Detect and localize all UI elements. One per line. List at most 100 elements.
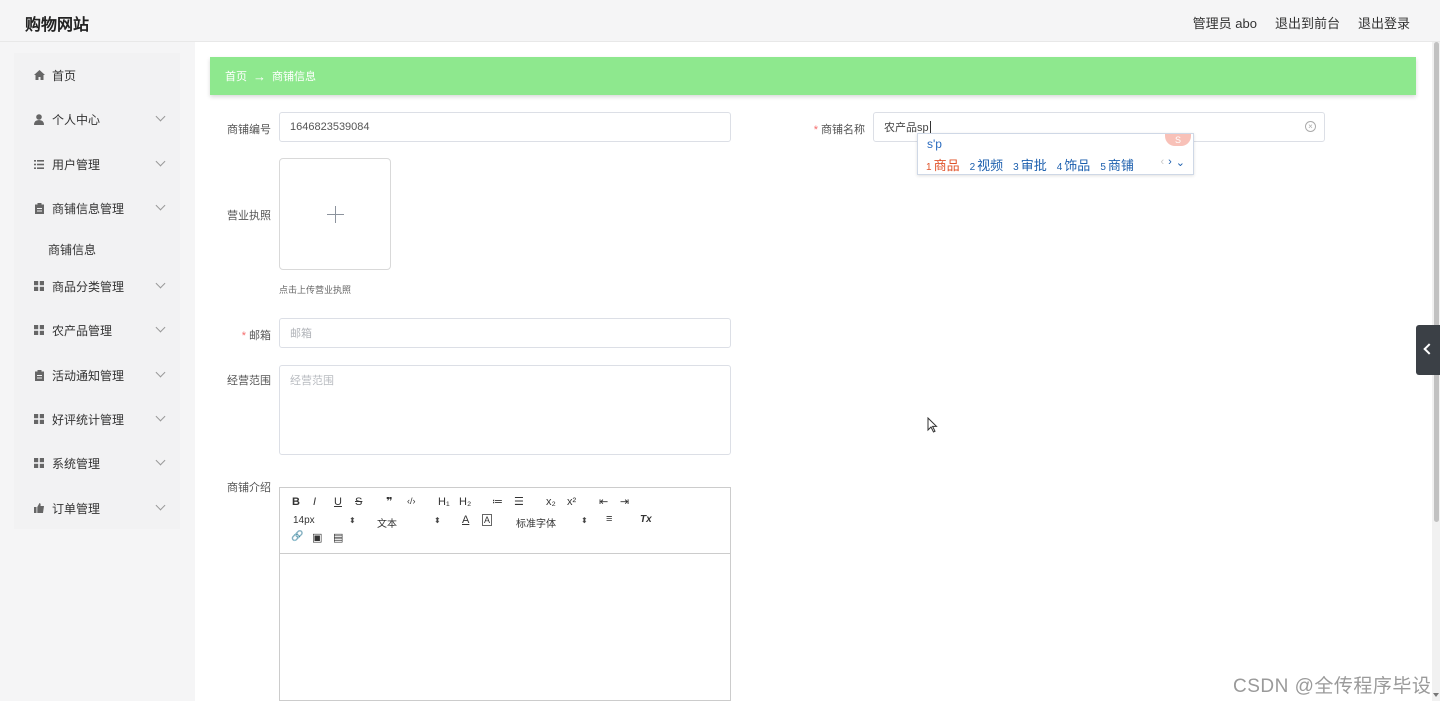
chevron-down-icon[interactable]: ⌄ xyxy=(1176,156,1185,169)
watermark: CSDN @全传程序毕设 xyxy=(1233,676,1432,697)
block-type-select[interactable]: 文本 ⬍ xyxy=(377,515,441,530)
email-label: * 邮箱 xyxy=(241,330,271,342)
select-caret-icon: ⬍ xyxy=(581,516,588,525)
exit-to-front-link[interactable]: 退出到前台 xyxy=(1275,13,1340,32)
logout-link[interactable]: 退出登录 xyxy=(1358,13,1410,32)
thumbs-up-icon xyxy=(33,502,45,514)
chevron-down-icon xyxy=(155,322,166,333)
chevron-right-icon[interactable]: › xyxy=(1168,156,1172,169)
bold-button[interactable]: B xyxy=(292,496,300,508)
chevron-down-icon xyxy=(155,411,166,422)
breadcrumb-home[interactable]: 首页 xyxy=(225,68,247,84)
background-color-button[interactable]: A xyxy=(482,514,493,526)
chevron-down-icon xyxy=(155,455,166,466)
chevron-down-icon xyxy=(155,156,166,167)
ime-candidate[interactable]: 5 商铺 xyxy=(1100,155,1134,174)
clear-icon[interactable]: × xyxy=(1305,121,1316,132)
breadcrumb-current: 商铺信息 xyxy=(272,71,316,83)
quote-button[interactable]: ❞ xyxy=(386,495,392,508)
breadcrumb-separator: → xyxy=(253,68,266,84)
scope-textarea[interactable]: 经营范围 xyxy=(279,365,731,455)
sidebar-item-category-management[interactable]: 商品分类管理 xyxy=(14,269,180,303)
ime-candidate[interactable]: 4 饰品 xyxy=(1057,155,1091,174)
license-label: 营业执照 xyxy=(227,210,271,222)
clipboard-icon xyxy=(33,369,45,381)
sidebar-item-label: 商铺信息管理 xyxy=(52,201,125,216)
sidebar-subitem-shop-info[interactable]: 商铺信息 xyxy=(48,241,96,258)
link-button[interactable]: 🔗 xyxy=(291,531,303,542)
italic-button[interactable]: I xyxy=(313,496,316,508)
subscript-button[interactable]: x₂ xyxy=(546,496,556,508)
sidebar-item-label: 商品分类管理 xyxy=(52,279,125,294)
image-button[interactable]: ▣ xyxy=(312,531,322,544)
h1-button[interactable]: H₁ xyxy=(438,496,450,508)
editor-content-area[interactable] xyxy=(280,555,730,700)
home-icon xyxy=(33,69,45,81)
sidebar-item-activity-notice[interactable]: 活动通知管理 xyxy=(14,358,180,392)
chevron-down-icon xyxy=(155,500,166,511)
license-upload-box[interactable] xyxy=(279,158,391,270)
chevron-down-icon xyxy=(155,200,166,211)
scrollbar-thumb[interactable] xyxy=(1434,42,1439,522)
sidebar-item-label: 个人中心 xyxy=(52,112,101,127)
sidebar-item-label: 系统管理 xyxy=(52,456,101,471)
sidebar-item-label: 首页 xyxy=(52,68,77,83)
font-family-select[interactable]: 标准字体 ⬍ xyxy=(516,515,588,530)
site-brand: 购物网站 xyxy=(25,17,90,34)
ime-candidate[interactable]: 1 商品 xyxy=(926,155,960,174)
ime-candidate[interactable]: 3 审批 xyxy=(1013,155,1047,174)
ime-candidate[interactable]: 2 视频 xyxy=(970,155,1004,174)
editor-toolbar: B I U S ❞ ‹/› H₁ H₂ ≔ ☰ x₂ x² ⇤ ⇥ 14px ⬍ … xyxy=(280,488,730,554)
font-color-button[interactable]: A xyxy=(462,514,469,526)
sidebar-item-farm-products[interactable]: 农产品管理 xyxy=(14,313,180,347)
grid-icon xyxy=(33,457,45,469)
chevron-down-icon xyxy=(155,367,166,378)
ime-pinyin: s'p xyxy=(927,137,942,151)
outdent-button[interactable]: ⇤ xyxy=(599,495,608,508)
main-panel: 首页 → 商铺信息 商铺编号 1646823539084 * 商铺名称 农产品sp… xyxy=(195,42,1432,701)
grid-icon xyxy=(33,413,45,425)
rich-text-editor: B I U S ❞ ‹/› H₁ H₂ ≔ ☰ x₂ x² ⇤ ⇥ 14px ⬍ … xyxy=(279,487,731,701)
underline-button[interactable]: U xyxy=(334,496,342,508)
ime-candidates: 1 商品 2 视频 3 审批 4 饰品 5 商铺 xyxy=(926,155,1134,174)
shop-no-label: 商铺编号 xyxy=(227,124,271,136)
clipboard-icon xyxy=(33,202,45,214)
scroll-down-arrow-icon[interactable] xyxy=(1433,693,1439,697)
chevron-left-icon[interactable]: ‹ xyxy=(1160,156,1164,169)
superscript-button[interactable]: x² xyxy=(567,496,576,508)
sidebar-item-user-management[interactable]: 用户管理 xyxy=(14,147,180,181)
side-panel-toggle[interactable] xyxy=(1416,325,1440,375)
grid-icon xyxy=(33,280,45,292)
ime-candidate-popup: s'p S 1 商品 2 视频 3 审批 4 饰品 5 商铺 ‹ › ⌄ xyxy=(917,133,1194,175)
sidebar-item-home[interactable]: 首页 xyxy=(14,58,180,92)
sidebar-item-personal-center[interactable]: 个人中心 xyxy=(14,102,180,136)
unordered-list-button[interactable]: ☰ xyxy=(514,495,524,508)
chevron-down-icon xyxy=(155,111,166,122)
shop-no-input[interactable]: 1646823539084 xyxy=(279,112,731,142)
intro-label: 商铺介绍 xyxy=(227,482,271,494)
select-caret-icon: ⬍ xyxy=(349,516,356,525)
sidebar-item-review-stats[interactable]: 好评统计管理 xyxy=(14,402,180,436)
sidebar-item-label: 农产品管理 xyxy=(52,323,113,338)
sidebar-item-system[interactable]: 系统管理 xyxy=(14,446,180,480)
align-button[interactable]: ≡ xyxy=(606,513,612,525)
strike-button[interactable]: S xyxy=(355,496,362,508)
text-caret xyxy=(929,120,931,134)
code-button[interactable]: ‹/› xyxy=(407,496,416,506)
upload-tip: 点击上传营业执照 xyxy=(279,285,352,295)
breadcrumb: 首页 → 商铺信息 xyxy=(210,57,1416,95)
indent-button[interactable]: ⇥ xyxy=(620,495,629,508)
scope-label: 经营范围 xyxy=(227,375,271,387)
sidebar-item-label: 活动通知管理 xyxy=(52,368,125,383)
chevron-down-icon xyxy=(155,278,166,289)
h2-button[interactable]: H₂ xyxy=(459,496,471,508)
sidebar-item-orders[interactable]: 订单管理 xyxy=(14,491,180,525)
sidebar-item-shop-info-management[interactable]: 商铺信息管理 xyxy=(14,191,180,225)
font-size-select[interactable]: 14px ⬍ xyxy=(293,515,356,526)
email-field[interactable]: 邮箱 xyxy=(279,318,731,348)
clear-format-button[interactable]: Tx xyxy=(640,514,652,525)
sidebar-item-label: 用户管理 xyxy=(52,157,101,172)
sidebar-item-label: 订单管理 xyxy=(52,501,101,516)
video-button[interactable]: ▤ xyxy=(333,531,343,544)
ordered-list-button[interactable]: ≔ xyxy=(492,495,503,508)
